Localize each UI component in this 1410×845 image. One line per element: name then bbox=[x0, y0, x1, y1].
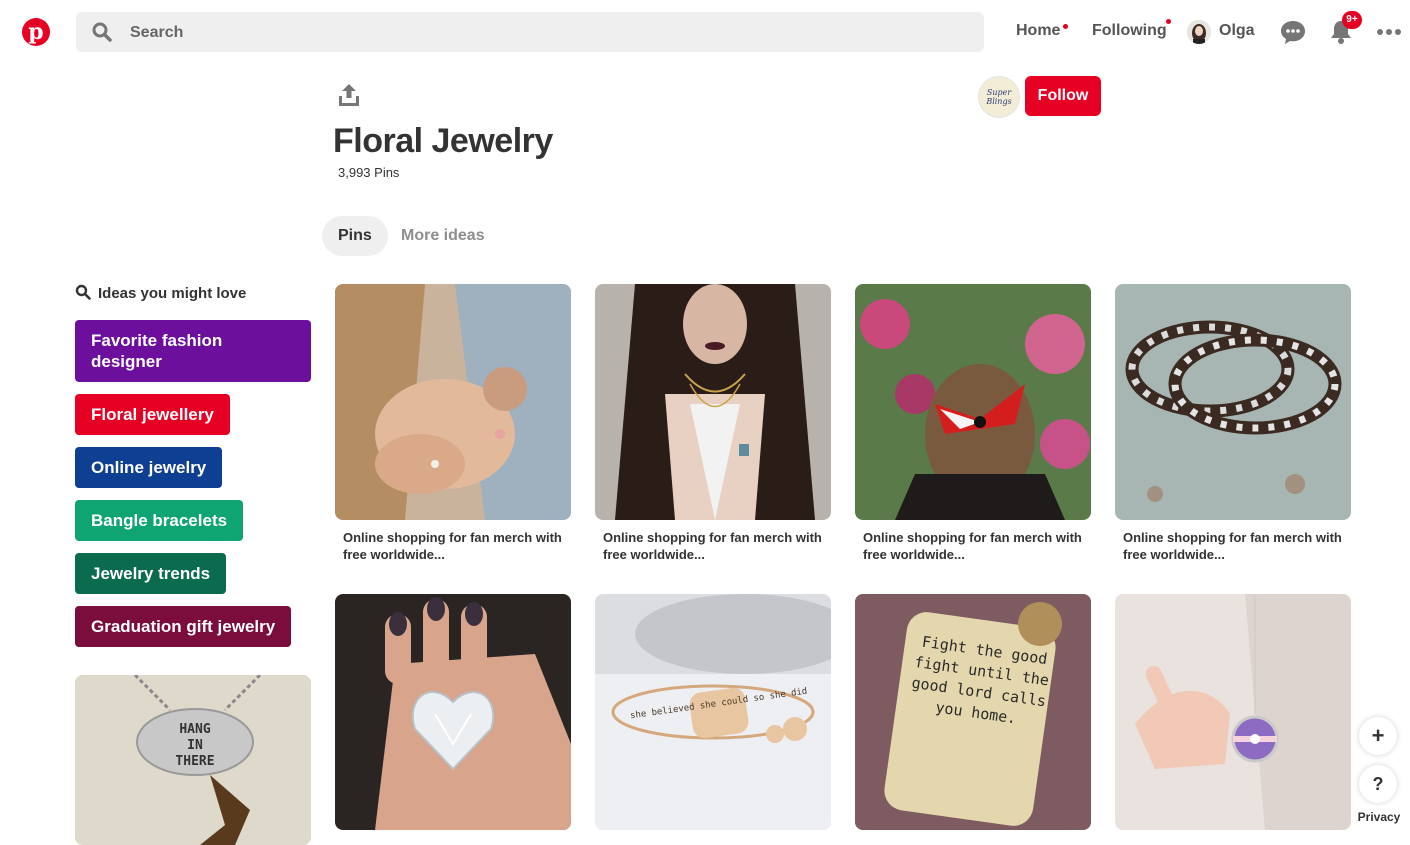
idea-chip-jewelry-trends[interactable]: Jewelry trends bbox=[75, 553, 227, 594]
pin-image[interactable]: Fight the good fight until the good lord… bbox=[855, 594, 1091, 830]
user-avatar-image bbox=[1187, 20, 1211, 44]
sidebar-pin-text-2: IN bbox=[187, 738, 203, 753]
ideas-heading: Ideas you might love bbox=[75, 284, 246, 302]
pin-card[interactable]: Online shopping for fan merch with free … bbox=[335, 284, 571, 563]
pin-caption[interactable]: Online shopping for fan merch with free … bbox=[343, 529, 563, 563]
owner-avatar-text: Super Blings bbox=[986, 88, 1012, 106]
nav-home[interactable]: Home bbox=[1016, 22, 1060, 40]
idea-chip-graduation-gift-jewelry[interactable]: Graduation gift jewelry bbox=[75, 606, 292, 647]
home-indicator-dot bbox=[1063, 24, 1068, 29]
pin-image[interactable] bbox=[1115, 284, 1351, 520]
messages-icon[interactable] bbox=[1279, 18, 1307, 46]
pinterest-p-icon: p bbox=[28, 19, 44, 45]
tab-more-ideas[interactable]: More ideas bbox=[385, 216, 501, 256]
pin-card[interactable] bbox=[335, 594, 571, 830]
following-indicator-dot bbox=[1166, 19, 1171, 24]
pin-caption[interactable]: Online shopping for fan merch with free … bbox=[603, 529, 823, 563]
search-input[interactable] bbox=[128, 12, 952, 54]
pin-card[interactable]: Fight the good fight until the good lord… bbox=[855, 594, 1091, 830]
sidebar-pin-text-1: HANG bbox=[179, 722, 210, 737]
pin-card[interactable]: Online shopping for fan merch with free … bbox=[855, 284, 1091, 563]
follow-button[interactable]: Follow bbox=[1025, 76, 1101, 116]
nav-user[interactable]: Olga bbox=[1219, 22, 1255, 40]
search-icon bbox=[92, 22, 112, 42]
pin-image[interactable] bbox=[335, 594, 571, 830]
privacy-link[interactable]: Privacy bbox=[1354, 806, 1404, 828]
help-button[interactable]: ? bbox=[1359, 765, 1397, 803]
search-icon bbox=[75, 284, 91, 300]
sidebar-pin-image[interactable]: HANG IN THERE bbox=[75, 675, 311, 845]
sidebar-pin-text-3: THERE bbox=[175, 754, 214, 769]
idea-chip-online-jewelry[interactable]: Online jewelry bbox=[75, 447, 223, 488]
pin-card[interactable]: she believed she could so she did bbox=[595, 594, 831, 830]
idea-chip-bangle-bracelets[interactable]: Bangle bracelets bbox=[75, 500, 244, 541]
tab-pins[interactable]: Pins bbox=[322, 216, 388, 256]
share-icon[interactable] bbox=[337, 82, 361, 108]
pin-count: 3,993 Pins bbox=[338, 165, 400, 180]
idea-chip-floral-jewellery[interactable]: Floral jewellery bbox=[75, 394, 230, 435]
pinterest-logo[interactable]: p bbox=[22, 18, 50, 46]
ideas-heading-label: Ideas you might love bbox=[98, 285, 247, 302]
board-title: Floral Jewelry bbox=[333, 122, 553, 160]
pin-image[interactable]: she believed she could so she did bbox=[595, 594, 831, 830]
pin-caption[interactable]: Online shopping for fan merch with free … bbox=[1123, 529, 1343, 563]
nav-following[interactable]: Following bbox=[1092, 22, 1167, 40]
notifications-badge: 9+ bbox=[1342, 11, 1362, 29]
pin-caption[interactable]: Online shopping for fan merch with free … bbox=[863, 529, 1083, 563]
pin-image[interactable] bbox=[595, 284, 831, 520]
pin-card[interactable]: Online shopping for fan merch with free … bbox=[1115, 284, 1351, 563]
board-owner-avatar[interactable]: Super Blings bbox=[978, 76, 1020, 118]
pin-image[interactable] bbox=[855, 284, 1091, 520]
add-button[interactable]: + bbox=[1359, 717, 1397, 755]
search-bar[interactable] bbox=[76, 12, 984, 54]
pin-image[interactable] bbox=[1115, 594, 1351, 830]
more-options-icon[interactable] bbox=[1375, 18, 1403, 46]
user-avatar[interactable] bbox=[1187, 20, 1211, 44]
pin-image[interactable] bbox=[335, 284, 571, 520]
pin-card[interactable]: Online shopping for fan merch with free … bbox=[595, 284, 831, 563]
pin-card[interactable] bbox=[1115, 594, 1351, 830]
idea-chip-favorite-fashion-designer[interactable]: Favorite fashion designer bbox=[75, 320, 311, 382]
